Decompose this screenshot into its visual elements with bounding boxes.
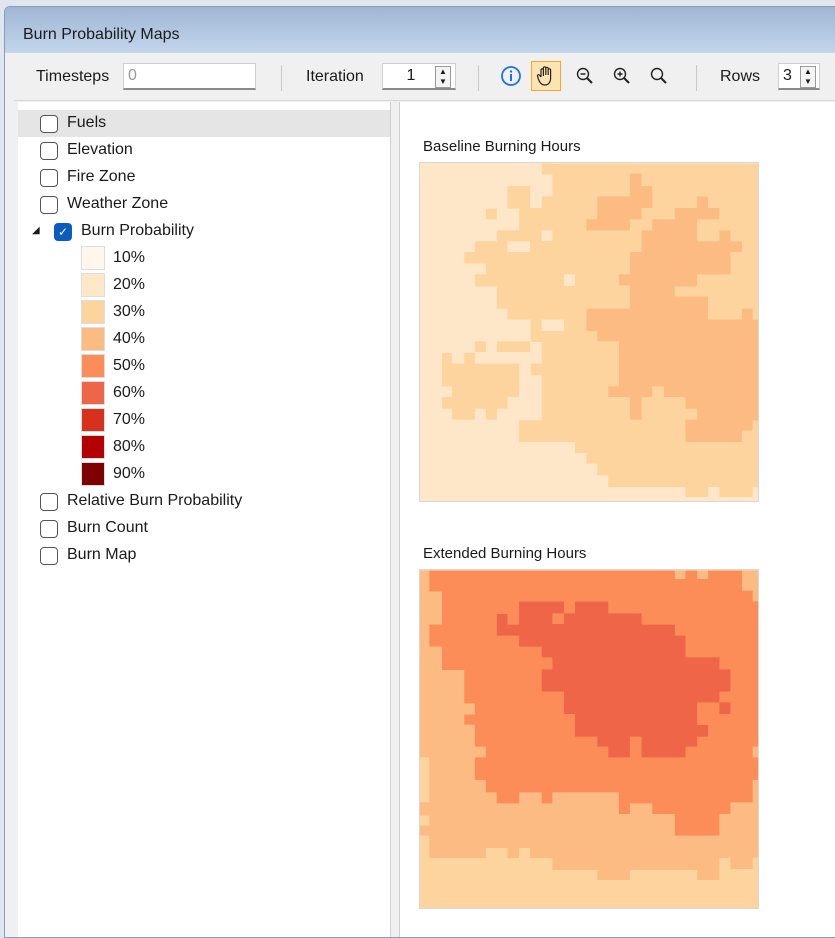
legend-swatch (81, 462, 105, 486)
checkbox-checked[interactable]: ✓ (54, 223, 72, 241)
burn-probability-window: Burn Probability Maps Timesteps 0 Iterat… (4, 6, 835, 938)
map-title: Baseline Burning Hours (423, 138, 581, 155)
toolbar: Timesteps 0 Iteration 1 ▲ ▼ Rows 3 ▲ ▼ (14, 53, 835, 101)
timesteps-label: Timesteps (36, 68, 110, 85)
info-icon[interactable] (496, 61, 526, 91)
layer-label: Burn Probability (81, 222, 194, 239)
legend-swatch (81, 273, 105, 297)
extended-burn-map[interactable] (419, 569, 759, 909)
legend-label: 60% (113, 384, 146, 401)
legend-label: 40% (113, 330, 146, 347)
layer-label: Fuels (67, 114, 107, 131)
layer-label: Burn Map (67, 546, 137, 563)
layer-fire-zone[interactable]: Fire Zone (18, 164, 390, 191)
legend-swatch (81, 381, 105, 405)
checkbox[interactable] (40, 196, 58, 214)
separator (478, 65, 479, 91)
zoom-in-icon[interactable] (607, 61, 637, 91)
checkbox[interactable] (40, 142, 58, 160)
rows-spinner[interactable]: ▲ ▼ (800, 66, 816, 88)
map-panel: Baseline Burning Hours Extended Burning … (399, 102, 835, 937)
legend-label: 30% (113, 303, 146, 320)
rows-label: Rows (720, 68, 761, 85)
title-bar: Burn Probability Maps (5, 7, 835, 53)
iteration-label: Iteration (306, 68, 364, 85)
legend-label: 90% (113, 465, 146, 482)
layer-tree: Fuels Elevation Fire Zone Weather Zone ◢… (18, 102, 391, 937)
timesteps-input[interactable]: 0 (123, 63, 256, 90)
window-title: Burn Probability Maps (23, 26, 180, 43)
checkbox[interactable] (40, 169, 58, 187)
layer-weather-zone[interactable]: Weather Zone (18, 191, 390, 218)
legend-label: 70% (113, 411, 146, 428)
checkbox[interactable] (40, 520, 58, 538)
legend-swatch (81, 408, 105, 432)
layer-elevation[interactable]: Elevation (18, 137, 390, 164)
pan-hand-icon[interactable] (531, 61, 561, 91)
layer-burn-count[interactable]: Burn Count (18, 515, 390, 542)
checkbox[interactable] (40, 547, 58, 565)
legend-label: 10% (113, 249, 146, 266)
baseline-burn-map[interactable] (419, 162, 759, 502)
layer-burn-map[interactable]: Burn Map (18, 542, 390, 569)
checkbox[interactable] (40, 493, 58, 511)
layer-relative-burn-probability[interactable]: Relative Burn Probability (18, 488, 390, 515)
legend-swatch (81, 327, 105, 351)
layer-label: Burn Count (67, 519, 148, 536)
separator (696, 65, 697, 91)
iteration-spinner[interactable]: ▲ ▼ (435, 66, 451, 88)
expand-triangle-icon[interactable]: ◢ (32, 225, 40, 236)
legend-swatch (81, 246, 105, 270)
layer-fuels[interactable]: Fuels (18, 110, 390, 137)
layer-burn-probability[interactable]: ◢ ✓ Burn Probability (18, 218, 390, 245)
map-title: Extended Burning Hours (423, 545, 587, 562)
zoom-out-icon[interactable] (570, 61, 600, 91)
layer-label: Weather Zone (67, 195, 169, 212)
layer-label: Relative Burn Probability (67, 492, 243, 509)
legend-label: 50% (113, 357, 146, 374)
legend-swatch (81, 300, 105, 324)
separator (281, 65, 282, 91)
legend-label: 20% (113, 276, 146, 293)
zoom-icon[interactable] (644, 61, 674, 91)
checkbox[interactable] (40, 115, 58, 133)
layer-label: Fire Zone (67, 168, 136, 185)
layer-label: Elevation (67, 141, 133, 158)
legend-swatch (81, 435, 105, 459)
legend-label: 80% (113, 438, 146, 455)
legend-swatch (81, 354, 105, 378)
